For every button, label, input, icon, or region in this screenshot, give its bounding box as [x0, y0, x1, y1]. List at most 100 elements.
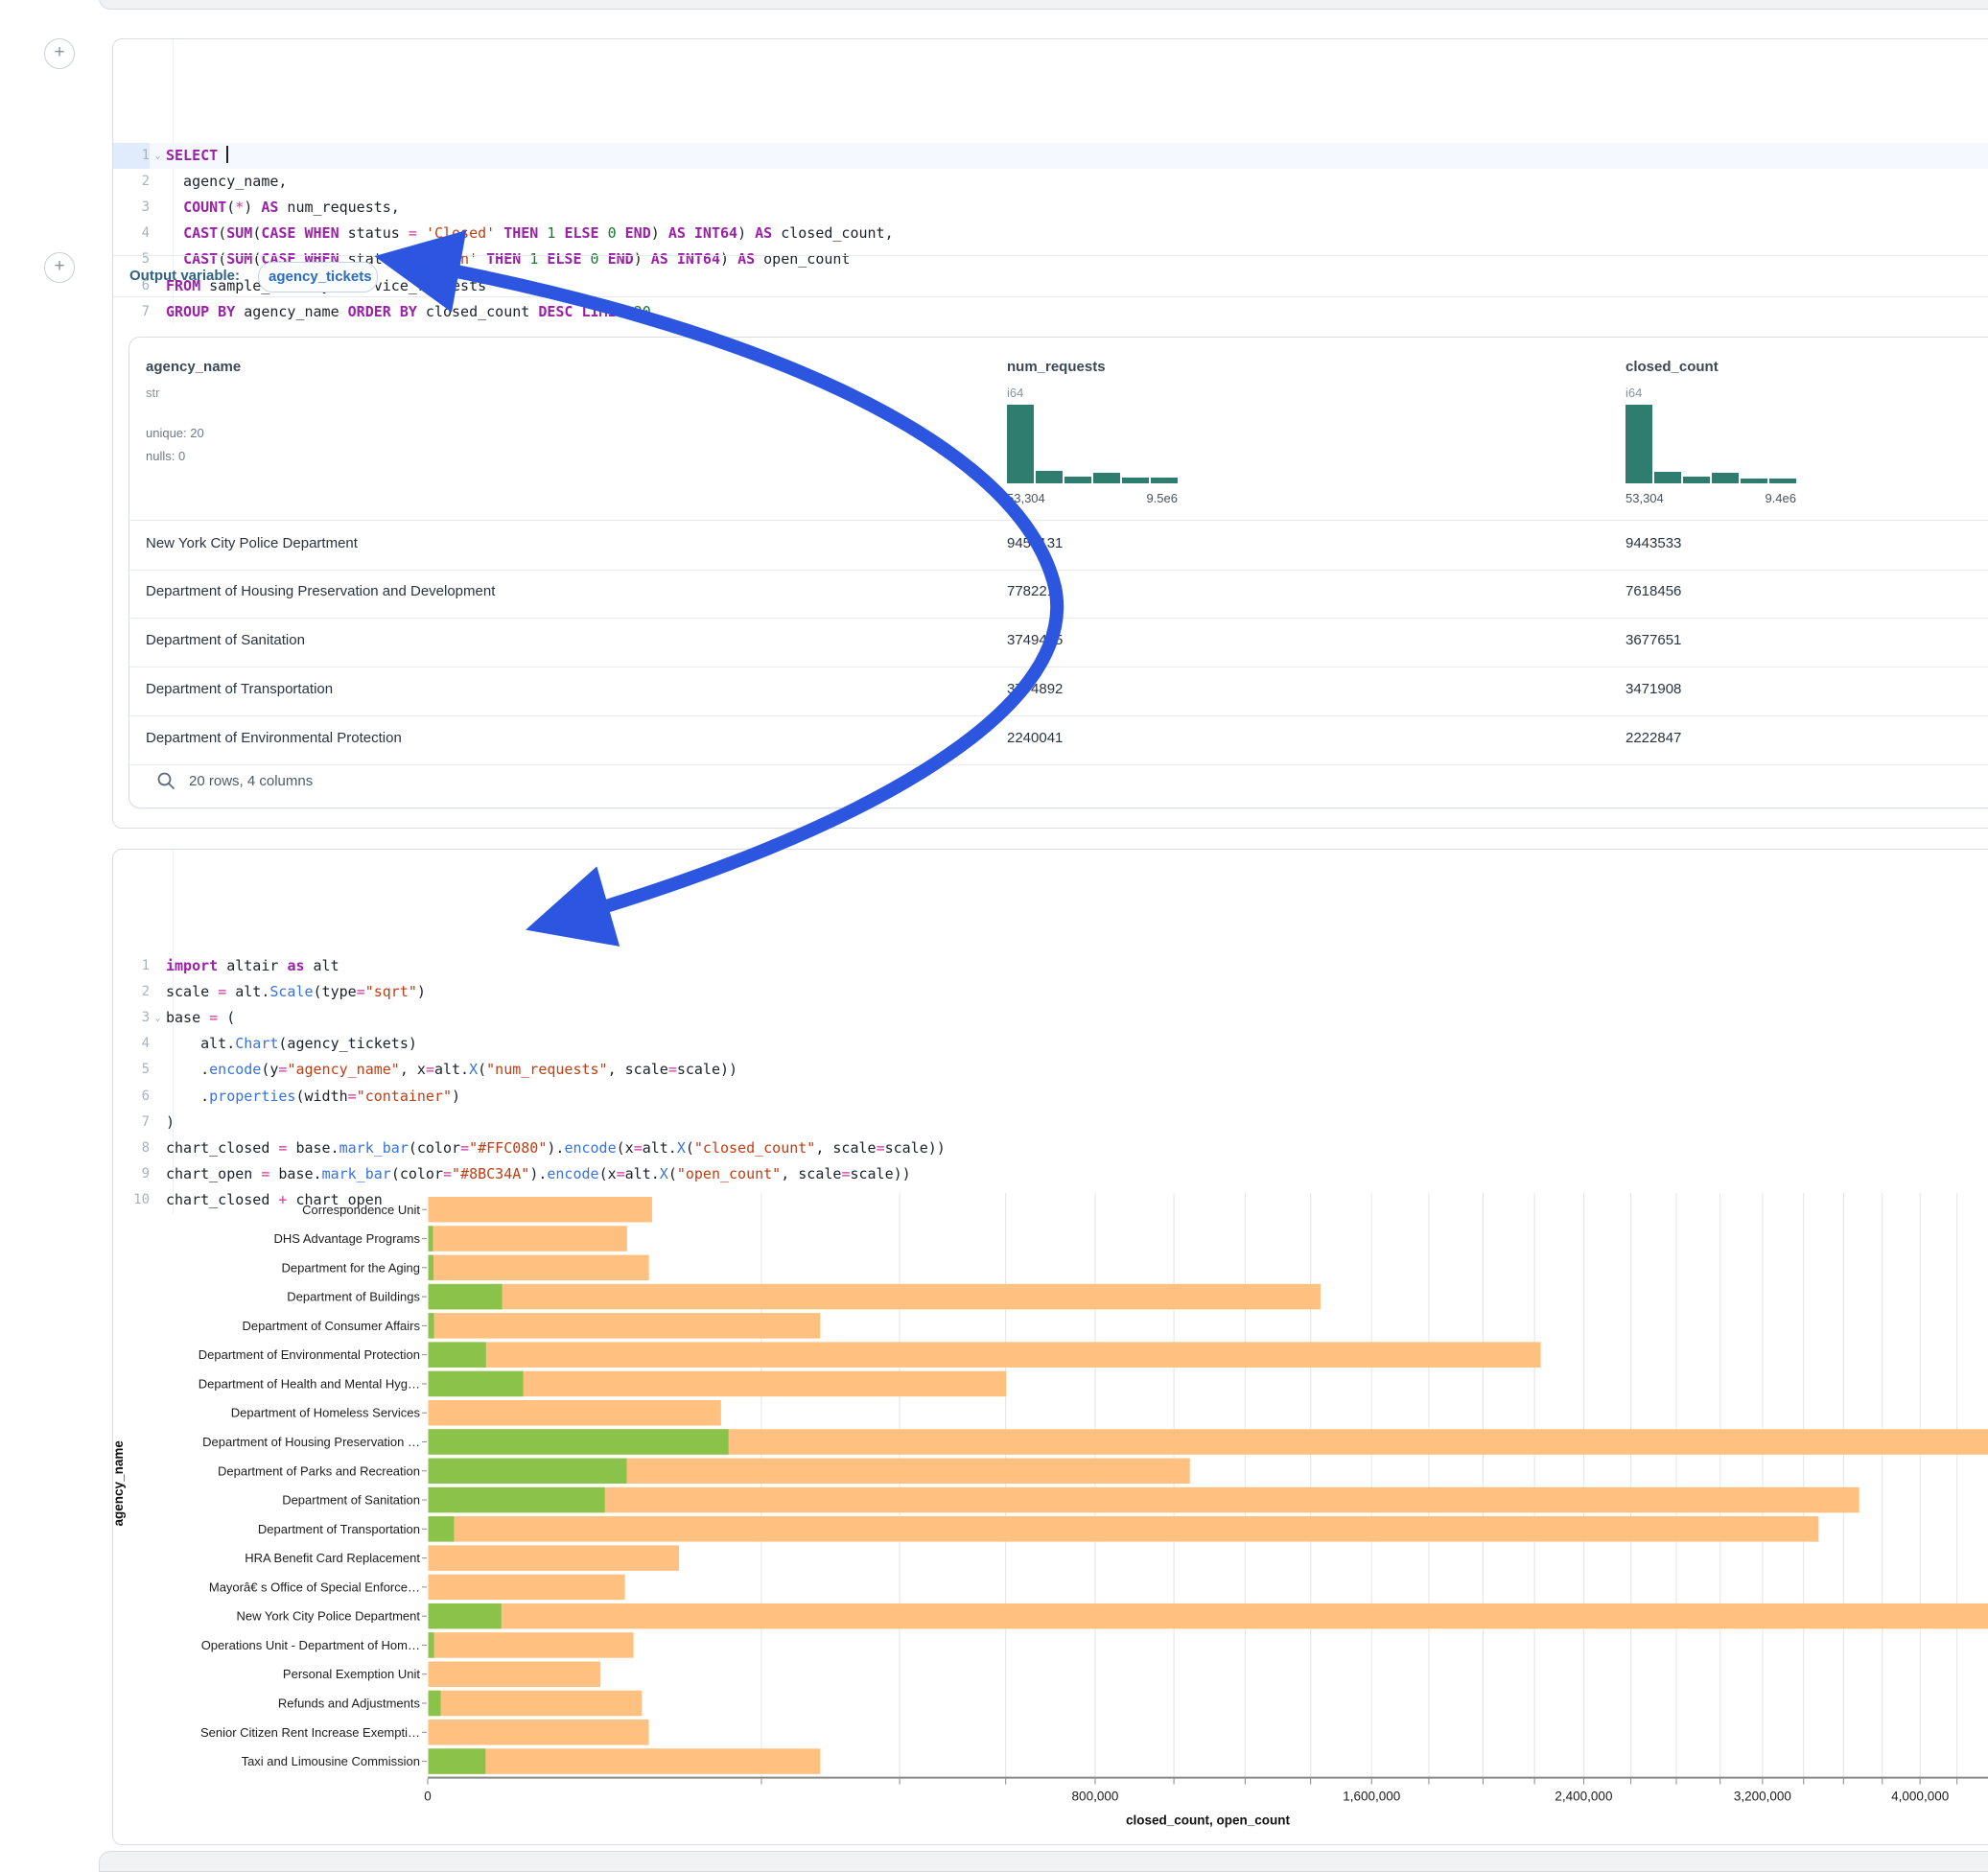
output-variable-label: Output variable:	[129, 268, 240, 284]
altair-bar-chart: Correspondence Unit DHS Advantage Program…	[0, 1151, 1988, 1864]
y-axis-label: Department of Health and Mental Hyg…	[199, 1376, 420, 1391]
y-axis-label: Department of Homeless Services	[231, 1406, 421, 1420]
bar-open-count	[429, 1342, 486, 1368]
table-row[interactable]: Department of Transportation377489234719…	[129, 667, 1988, 716]
x-tick-label: 4,000,000	[1891, 1790, 1949, 1804]
fold-spacer	[150, 953, 166, 979]
x-tick-label: 3,200,000	[1734, 1790, 1791, 1804]
line-number: 7	[113, 1110, 150, 1135]
x-tick-label: 1,600,000	[1343, 1790, 1400, 1804]
cell-agency-name: Department of Transportation	[146, 681, 333, 697]
bar-closed-count	[429, 1197, 652, 1223]
bar-closed-count	[429, 1516, 1819, 1542]
fold-chevron-icon[interactable]: ⌄	[150, 143, 166, 169]
y-axis-label: Department of Environmental Protection	[199, 1347, 420, 1362]
bar-closed-count	[429, 1400, 721, 1426]
y-axis-label: Department of Parks and Recreation	[218, 1463, 420, 1478]
bar-closed-count	[429, 1284, 1321, 1310]
cell-agency-name: Department of Environmental Protection	[146, 730, 402, 746]
histogram-max-label: 9.5e6	[1146, 491, 1178, 505]
line-number: 6	[113, 1084, 150, 1110]
code-line: 4 CAST(SUM(CASE WHEN status = 'Closed' T…	[113, 221, 1988, 246]
add-cell-button-middle[interactable]: +	[44, 252, 75, 283]
code-text: .properties(width="container")	[166, 1084, 460, 1110]
code-text: )	[166, 1110, 175, 1135]
code-line: 5 .encode(y="agency_name", x=alt.X("num_…	[113, 1057, 1988, 1083]
line-number: 2	[113, 169, 150, 195]
code-text: .encode(y="agency_name", x=alt.X("num_re…	[166, 1057, 737, 1083]
fold-spacer	[150, 1031, 166, 1057]
bar-open-count	[429, 1226, 433, 1252]
plus-icon: +	[54, 42, 64, 62]
bar-closed-count	[429, 1342, 1541, 1368]
column-header[interactable]: closed_count	[1625, 359, 1719, 375]
cell-closed-count: 3471908	[1625, 681, 1681, 697]
sql-code-editor[interactable]: 1⌄SELECT 2 agency_name,3 COUNT(*) AS num…	[113, 39, 1988, 325]
line-number: 3	[113, 1005, 150, 1031]
code-text: agency_name,	[166, 169, 287, 195]
y-axis-title: agency_name	[111, 1440, 126, 1527]
bar-open-count	[429, 1603, 502, 1629]
y-axis-label: Senior Citizen Rent Increase Exempti…	[200, 1725, 420, 1740]
bar-closed-count	[429, 1691, 643, 1717]
result-table: agency_namestrunique: 20nulls: 0num_requ…	[129, 337, 1988, 808]
fold-chevron-icon[interactable]: ⌄	[150, 1005, 166, 1031]
bar-closed-count	[429, 1313, 821, 1339]
add-cell-button-top[interactable]: +	[44, 38, 75, 69]
cell-closed-count: 9443533	[1625, 535, 1681, 551]
column-header[interactable]: agency_name	[146, 359, 241, 375]
code-line: 5 CAST(SUM(CASE WHEN status = 'Open' THE…	[113, 246, 1988, 272]
code-text: COUNT(*) AS num_requests,	[166, 195, 400, 221]
y-axis-label: Operations Unit - Department of Hom…	[201, 1638, 420, 1652]
code-line: 6 .properties(width="container")	[113, 1084, 1988, 1110]
column-type: i64	[1007, 386, 1023, 400]
line-number: 5	[113, 1057, 150, 1083]
text-cursor	[226, 146, 228, 163]
code-line: 7)	[113, 1110, 1988, 1135]
y-axis-label: New York City Police Department	[237, 1609, 421, 1624]
code-text: GROUP BY agency_name ORDER BY closed_cou…	[166, 299, 651, 325]
column-header[interactable]: num_requests	[1007, 359, 1106, 375]
bar-closed-count	[429, 1632, 634, 1658]
line-number: 2	[113, 979, 150, 1005]
code-line: 1⌄SELECT	[113, 143, 1988, 169]
table-row[interactable]: Department of Sanitation37494853677651	[129, 618, 1988, 667]
table-row[interactable]: New York City Police Department945313194…	[129, 520, 1988, 571]
code-text: alt.Chart(agency_tickets)	[166, 1031, 417, 1057]
code-text: SELECT	[166, 143, 228, 169]
bar-closed-count	[429, 1545, 680, 1571]
code-line: 7 GROUP BY agency_name ORDER BY closed_co…	[113, 299, 1988, 325]
line-number: 4	[113, 1031, 150, 1057]
bar-closed-count	[429, 1748, 821, 1774]
bar-open-count	[429, 1516, 455, 1542]
sql-cell: 1⌄SELECT 2 agency_name,3 COUNT(*) AS num…	[112, 38, 1988, 829]
table-row[interactable]: Department of Housing Preservation and D…	[129, 569, 1988, 619]
bar-open-count	[429, 1748, 486, 1774]
bar-closed-count	[429, 1255, 649, 1281]
column-stat: nulls: 0	[146, 449, 185, 463]
cell-divider	[113, 296, 1988, 297]
column-type: str	[146, 386, 159, 400]
column-histogram	[1625, 405, 1796, 483]
plus-icon: +	[54, 256, 64, 276]
fold-spacer	[150, 195, 166, 221]
fold-spacer	[150, 1084, 166, 1110]
histogram-min-label: 53,304	[1007, 491, 1045, 505]
line-number: 1	[113, 143, 150, 169]
histogram-max-label: 9.4e6	[1765, 491, 1796, 505]
line-number: 7	[113, 299, 150, 325]
y-axis-label: DHS Advantage Programs	[274, 1231, 421, 1246]
y-axis-label: Correspondence Unit	[302, 1203, 420, 1217]
bar-open-count	[429, 1459, 627, 1485]
code-line: 4 alt.Chart(agency_tickets)	[113, 1031, 1988, 1057]
cell-closed-count: 2222847	[1625, 730, 1681, 746]
y-axis-label: Mayorâ€ s Office of Special Enforce…	[209, 1580, 420, 1594]
code-text: base = (	[166, 1005, 235, 1031]
code-text: scale = alt.Scale(type="sqrt")	[166, 979, 426, 1005]
output-variable-pill[interactable]: agency_tickets	[258, 262, 378, 292]
search-icon[interactable]	[156, 771, 175, 790]
table-row[interactable]: Department of Environmental Protection 22…	[129, 715, 1988, 765]
x-tick-label: 2,400,000	[1555, 1790, 1612, 1804]
bar-closed-count	[429, 1575, 625, 1601]
table-footer: 20 rows, 4 columns	[189, 773, 313, 789]
